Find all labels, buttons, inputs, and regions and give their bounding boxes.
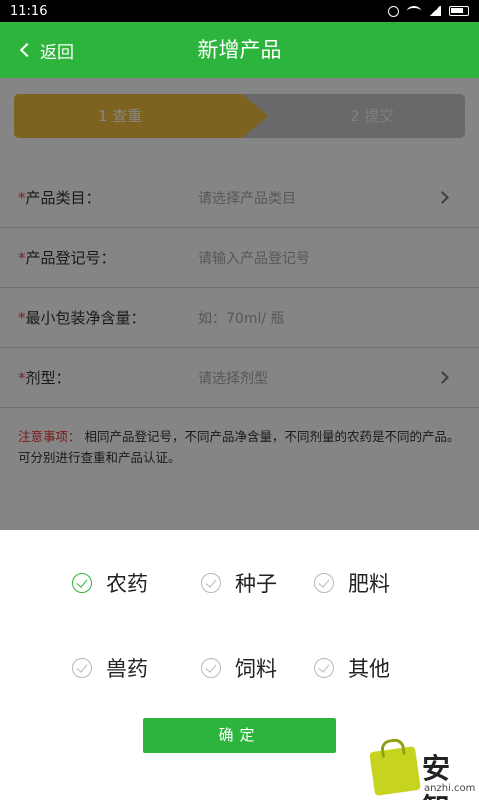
status-icons [388,5,469,17]
watermark-domain: anzhi.com [424,783,476,794]
status-bar: 11:16 [0,0,479,22]
option-label: 饲料 [235,657,277,681]
status-time: 11:16 [10,3,48,19]
confirm-button[interactable]: 确定 [143,718,336,753]
option-feed[interactable]: 饲料 [201,653,277,683]
option-seed[interactable]: 种子 [201,568,277,598]
app-bar: 返回 新增产品 [0,22,479,78]
modal-backdrop[interactable] [0,78,479,530]
check-circle-icon [314,658,334,678]
option-label: 农药 [106,572,148,596]
wifi-icon [407,6,421,16]
signal-icon [429,6,441,16]
option-fertilizer[interactable]: 肥料 [314,568,390,598]
option-label: 肥料 [348,572,390,596]
check-circle-icon [314,573,334,593]
alarm-icon [388,5,399,17]
option-label: 兽药 [106,657,148,681]
option-other[interactable]: 其他 [314,653,390,683]
check-circle-icon [201,658,221,678]
battery-icon [449,6,469,16]
check-circle-icon [201,573,221,593]
option-label: 种子 [235,572,277,596]
check-circle-icon [72,658,92,678]
option-veterinary-drug[interactable]: 兽药 [72,653,148,683]
option-label: 其他 [348,657,390,681]
page-title: 新增产品 [197,38,282,62]
check-circle-icon [72,573,92,593]
watermark: 安智 anzhi.com [369,745,479,800]
option-pesticide[interactable]: 农药 [72,568,148,598]
shopping-bag-logo-icon [369,746,421,796]
